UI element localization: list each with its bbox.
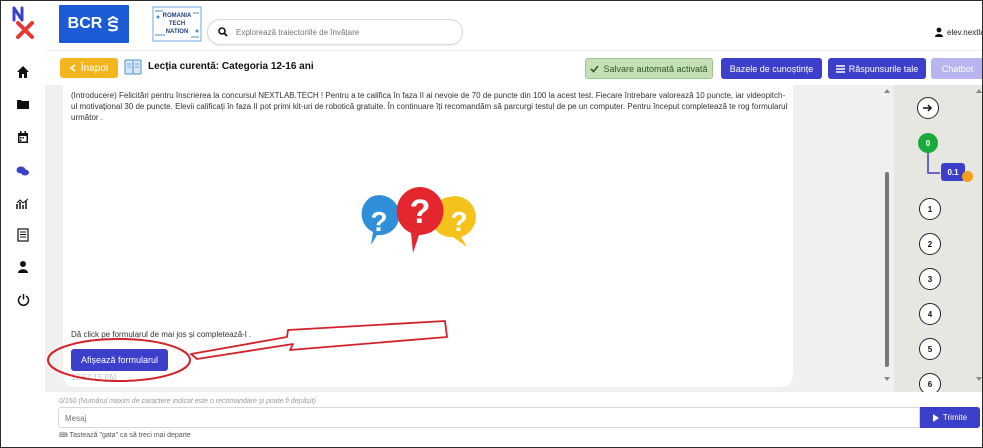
next-step-button[interactable] <box>917 97 939 119</box>
romania-tech-nation-logo: ROMANIA TECH NATION <box>152 6 202 42</box>
your-answers-button[interactable]: Răspunsurile tale <box>828 58 926 79</box>
document-icon[interactable] <box>13 225 33 245</box>
folder-icon[interactable] <box>13 94 33 114</box>
current-step[interactable]: 0 <box>918 133 938 153</box>
search-icon <box>218 27 228 37</box>
svg-text:ROMANIA: ROMANIA <box>163 13 192 19</box>
lesson-book-icon <box>124 59 142 75</box>
intro-text: (Introducere) Felicitări pentru înscrier… <box>71 91 788 122</box>
power-icon[interactable] <box>13 289 33 309</box>
svg-text:?: ? <box>450 206 467 237</box>
bcr-mark-icon <box>107 16 119 32</box>
knowledge-base-button[interactable]: Bazele de cunoștințe <box>721 58 822 79</box>
lesson-title: Lecția curentă: Categoria 12-16 ani <box>148 61 314 72</box>
step-5[interactable]: 5 <box>919 338 941 360</box>
step-4[interactable]: 4 <box>919 303 941 325</box>
sidebar <box>1 1 45 447</box>
play-icon <box>932 413 939 422</box>
search-input[interactable] <box>236 27 446 37</box>
step-2[interactable]: 2 <box>919 233 941 255</box>
step-6[interactable]: 6 <box>919 373 941 392</box>
lesson-toolbar: Înapoi Lecția curentă: Categoria 12-16 a… <box>45 55 982 85</box>
message-box[interactable] <box>58 407 920 428</box>
message-input[interactable] <box>59 409 919 428</box>
keyboard-icon: ⌨ <box>59 433 68 439</box>
composer-hint: ⌨ Tastează "gata" ca să treci mai depart… <box>59 432 191 439</box>
instruction-text: Dă click pe formularul de mai jos și com… <box>71 330 252 339</box>
show-form-button[interactable]: Afișează formularul <box>71 349 168 371</box>
content-scrollbar[interactable] <box>882 87 892 383</box>
brand-name: BCR <box>67 15 103 32</box>
back-button[interactable]: Înapoi <box>60 58 118 78</box>
calendar-icon[interactable] <box>13 127 33 147</box>
app-window: BCR ROMANIA TECH NATION elev.nextlab (el… <box>0 0 983 448</box>
list-icon <box>835 64 845 73</box>
chatbot-button[interactable]: Chatbot <box>931 58 982 79</box>
autosave-label: Salvare automată activată <box>603 63 708 74</box>
message-timestamp: 12:57:15 PM <box>71 373 117 382</box>
chevron-left-icon <box>69 64 76 72</box>
bcr-logo[interactable]: BCR <box>59 5 129 43</box>
svg-text:NATION: NATION <box>166 29 189 35</box>
arrow-right-icon <box>923 104 933 112</box>
steps-scrollbar[interactable] <box>974 87 983 383</box>
lock-icon <box>962 171 973 182</box>
analytics-icon[interactable] <box>13 194 33 214</box>
step-3[interactable]: 3 <box>919 268 941 290</box>
question-marks-illustration: ? ? ? <box>361 187 476 253</box>
svg-text:?: ? <box>410 193 431 231</box>
user-menu[interactable]: elev.nextlab (elev.nextla <box>935 27 982 37</box>
step-1[interactable]: 1 <box>919 198 941 220</box>
search-bar[interactable] <box>207 19 463 45</box>
send-button[interactable]: Trimite <box>920 407 980 428</box>
show-form-label: Afișează formularul <box>80 355 159 365</box>
back-label: Înapoi <box>80 62 109 74</box>
chat-icon[interactable] <box>13 161 33 181</box>
your-answers-label: Răspunsurile tale <box>848 63 919 74</box>
user-icon[interactable] <box>13 257 33 277</box>
steps-panel: 0 0.1 1 2 3 4 5 6 <box>894 85 982 392</box>
checkmark-icon <box>590 64 600 73</box>
home-icon[interactable] <box>13 62 33 82</box>
char-limit-note: 0/150 (Numărul maxim de caractere indica… <box>59 398 316 405</box>
send-label: Trimite <box>942 413 968 422</box>
knowledge-base-label: Bazele de cunoștințe <box>729 63 814 74</box>
chatbot-label: Chatbot <box>941 63 974 74</box>
autosave-status: Salvare automată activată <box>585 58 713 79</box>
composer-hint-text: Tastează "gata" ca să treci mai departe <box>69 432 191 439</box>
nextlab-logo[interactable] <box>11 5 37 39</box>
svg-text:TECH: TECH <box>169 21 185 27</box>
svg-text:?: ? <box>370 206 387 237</box>
header: BCR ROMANIA TECH NATION elev.nextlab (el… <box>45 1 982 51</box>
username: elev.nextlab (elev.nextla <box>947 27 982 37</box>
user-avatar-icon <box>935 27 943 37</box>
